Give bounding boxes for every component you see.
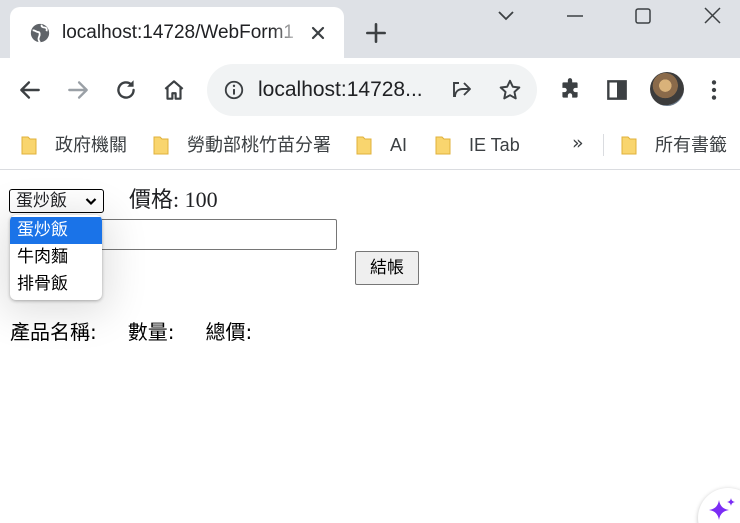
dropdown-option[interactable]: 排骨飯 — [10, 271, 102, 298]
chevron-down-icon[interactable] — [491, 3, 521, 29]
back-icon[interactable] — [17, 77, 43, 103]
bookmarks-bar: 政府機關 勞動部桃竹苗分署 AI IE Tab » 所有書籤 — [0, 122, 740, 170]
bookmark-folder[interactable]: IE Tab — [435, 131, 520, 159]
folder-icon — [621, 136, 637, 155]
folder-icon — [435, 136, 451, 155]
tab-title-fade — [272, 19, 302, 47]
sparkle-icon — [709, 498, 735, 520]
reload-icon[interactable] — [113, 77, 139, 103]
bookmark-label: AI — [390, 135, 408, 155]
quantity-input[interactable] — [99, 219, 337, 250]
folder-icon — [356, 136, 372, 155]
url-text[interactable]: localhost:14728... — [258, 77, 438, 103]
total-label: 總價: — [205, 320, 253, 344]
close-icon[interactable] — [306, 21, 330, 45]
forward-icon[interactable] — [65, 77, 91, 103]
browser-toolbar: localhost:14728... — [0, 58, 740, 122]
extensions-icon[interactable] — [557, 77, 583, 103]
folder-icon — [153, 136, 169, 155]
folder-icon — [21, 136, 37, 155]
dropdown-option[interactable]: 蛋炒飯 — [10, 217, 102, 244]
maximize-icon[interactable] — [628, 3, 658, 29]
product-select-dropdown: 蛋炒飯 牛肉麵 排骨飯 — [10, 215, 102, 300]
side-panel-icon[interactable] — [604, 77, 630, 103]
tab-strip: localhost:14728/WebForm1 — [0, 0, 740, 58]
product-select[interactable]: 蛋炒飯 — [9, 189, 104, 213]
bookmark-folder[interactable]: 勞動部桃竹苗分署 — [153, 131, 331, 159]
checkout-button[interactable]: 結帳 — [355, 251, 419, 285]
bookmark-label: 勞動部桃竹苗分署 — [187, 135, 331, 155]
bookmark-folder[interactable]: AI — [356, 131, 407, 159]
bookmark-folder[interactable]: 政府機關 — [21, 131, 127, 159]
minimize-icon[interactable] — [560, 3, 590, 29]
bookmark-label: IE Tab — [469, 135, 520, 155]
all-bookmarks-label: 所有書籤 — [655, 135, 727, 155]
star-icon[interactable] — [497, 77, 523, 103]
avatar[interactable] — [650, 72, 684, 106]
product-name-label: 產品名稱: — [10, 320, 97, 344]
page-content: 蛋炒飯 價格: 100 結帳 產品名稱: 數量: 總價: 蛋炒飯 牛肉麵 排骨飯 — [0, 171, 740, 523]
tab-title: localhost:14728/WebForm1 — [62, 22, 294, 43]
product-select-value: 蛋炒飯 — [16, 191, 67, 211]
home-icon[interactable] — [161, 77, 187, 103]
price-label: 價格: 100 — [129, 187, 218, 212]
share-icon[interactable] — [450, 78, 474, 102]
result-labels: 產品名稱: 數量: 總價: — [10, 318, 252, 346]
quantity-label: 數量: — [127, 320, 175, 344]
close-window-icon[interactable] — [697, 3, 727, 29]
bookmark-label: 政府機關 — [55, 135, 127, 155]
bookmarks-divider — [603, 134, 604, 156]
menu-icon[interactable] — [701, 77, 727, 103]
bookmarks-overflow-button[interactable]: » — [572, 132, 594, 156]
globe-icon — [30, 23, 50, 43]
info-icon[interactable] — [223, 79, 245, 101]
all-bookmarks-folder[interactable]: 所有書籤 — [621, 131, 727, 159]
chevron-down-icon — [85, 198, 97, 206]
browser-tab[interactable]: localhost:14728/WebForm1 — [10, 7, 344, 58]
dropdown-option[interactable]: 牛肉麵 — [10, 244, 102, 271]
new-tab-icon[interactable] — [363, 20, 389, 46]
address-bar[interactable]: localhost:14728... — [207, 64, 537, 116]
